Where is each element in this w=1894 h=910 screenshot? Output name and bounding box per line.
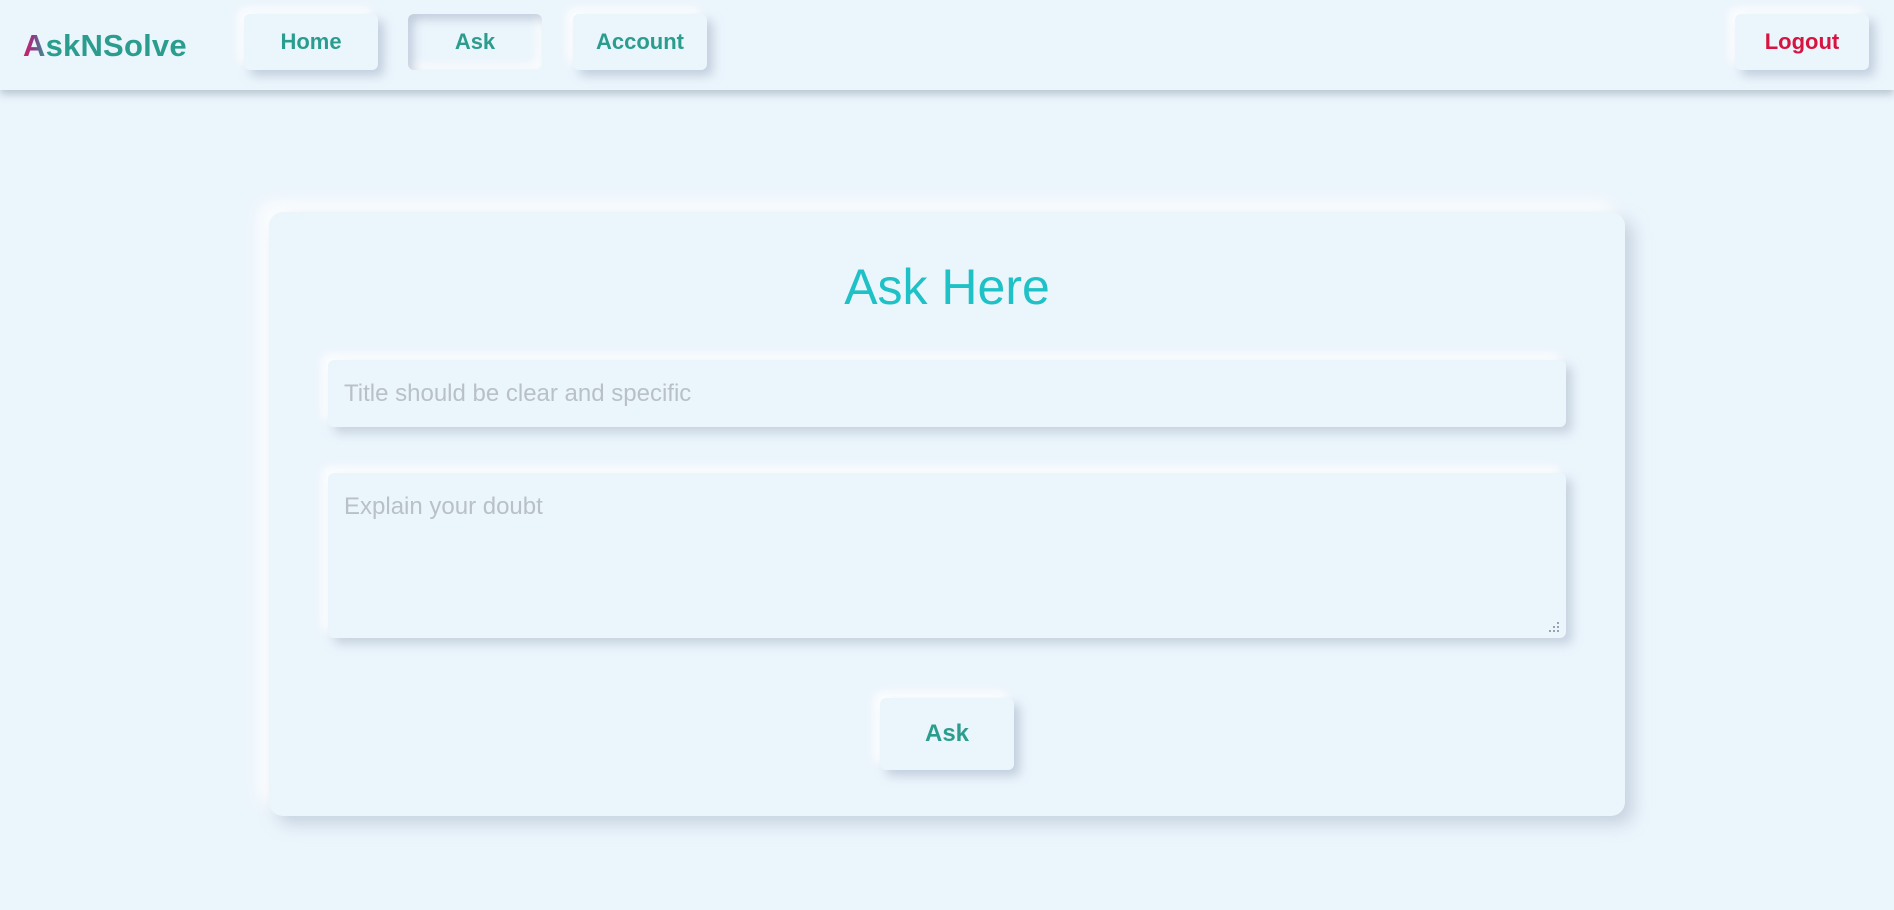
question-body-textarea[interactable] <box>328 473 1566 638</box>
brand-logo[interactable]: AskNSolve <box>23 26 187 66</box>
nav-home-label: Home <box>280 29 342 54</box>
nav-home-button[interactable]: Home <box>244 14 378 70</box>
question-title-input[interactable] <box>328 360 1566 427</box>
nav-account-button[interactable]: Account <box>573 14 707 70</box>
ask-submit-button[interactable]: Ask <box>880 698 1014 770</box>
brand-logo-text: skNSolve <box>45 28 187 63</box>
nav-account-label: Account <box>596 29 684 54</box>
nav-ask-label: Ask <box>454 29 496 54</box>
logout-button[interactable]: Logout <box>1735 14 1869 70</box>
logout-label: Logout <box>1764 29 1840 54</box>
resize-grip-icon[interactable] <box>1548 621 1560 633</box>
page-title: Ask Here <box>844 259 1050 315</box>
doubt-textarea-container <box>328 473 1566 638</box>
ask-form-card: Ask Here Ask <box>269 212 1625 816</box>
nav-ask-button[interactable]: Ask <box>408 14 542 70</box>
ask-submit-label: Ask <box>924 720 970 747</box>
brand-logo-initial: A <box>23 28 46 63</box>
title-input-container <box>328 360 1566 427</box>
top-navbar: AskNSolve Home Ask Account Logout <box>0 0 1894 90</box>
